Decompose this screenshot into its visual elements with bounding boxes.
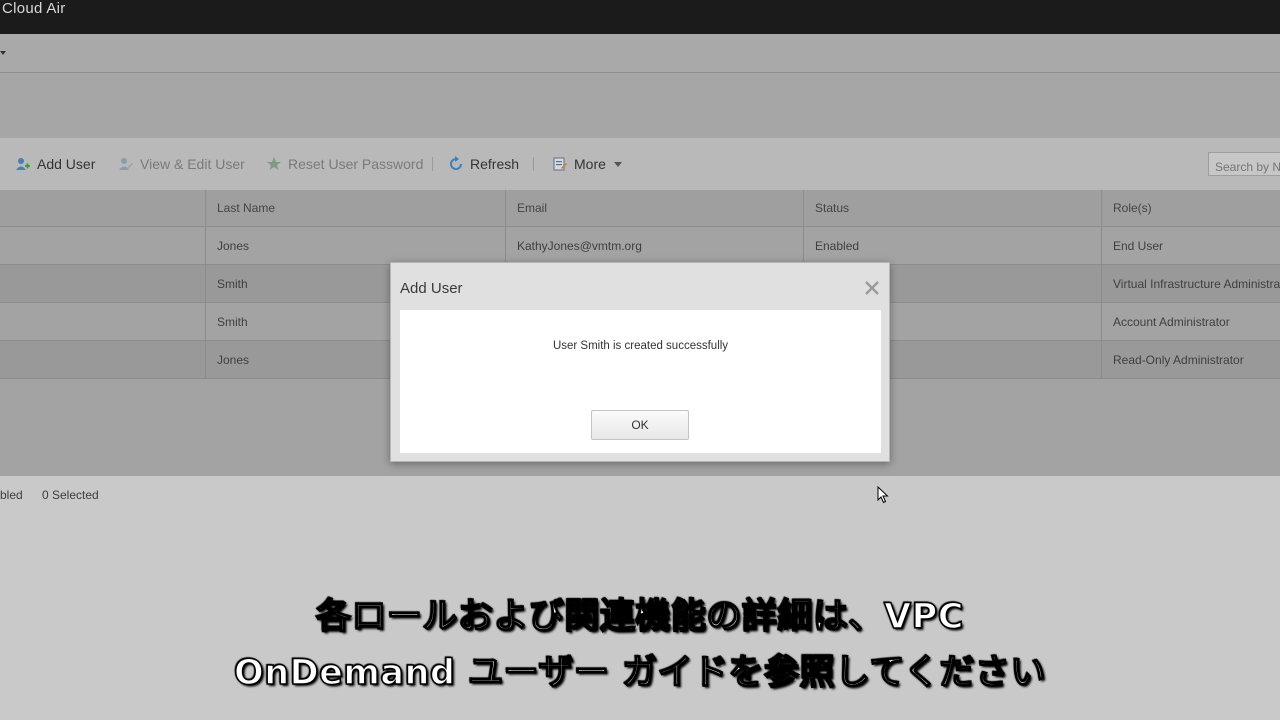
header-email[interactable]: Email [505,190,803,226]
title-bar: Cloud Air [0,0,1280,34]
reset-password-button[interactable]: Reset User Password [266,138,423,190]
enabled-count: bled [0,488,23,502]
reset-password-icon [266,156,282,172]
refresh-label: Refresh [470,156,520,172]
add-user-button[interactable]: Add User [15,138,95,190]
add-user-dialog: Add User User Smith is created successfu… [390,262,890,462]
subtitle-line-1: 各ロールおよび関連機能の詳細は、VPC [315,596,964,638]
ok-button[interactable]: OK [591,410,689,440]
page-header-area [0,73,1280,138]
search-input[interactable] [1208,152,1280,176]
dropdown-caret-icon[interactable] [0,51,6,55]
view-edit-user-button[interactable]: View & Edit User [118,138,245,190]
subtitle-line-2: OnDemand ユーザー ガイドを参照してください [233,652,1047,694]
cell-role: Read-Only Administrator [1101,341,1280,378]
toolbar-divider [533,157,534,171]
selected-count: 0 Selected [42,488,99,502]
dialog-title: Add User [400,280,463,297]
view-edit-user-label: View & Edit User [140,156,245,172]
dialog-body: User Smith is created successfully OK [400,310,881,453]
table-header: Last Name Email Status Role(s) [0,190,1280,227]
app-title: Cloud Air [2,0,66,17]
menu-bar [0,34,1280,73]
more-label: More [574,156,606,172]
more-actions-icon [552,156,568,172]
table-row[interactable]: Jones KathyJones@vmtm.org Enabled End Us… [0,227,1280,265]
mouse-cursor-icon [877,485,889,504]
toolbar: Add User View & Edit User Reset User Pas… [0,138,1280,190]
refresh-icon [448,156,464,172]
cell-role: Virtual Infrastructure Administrat [1101,265,1280,302]
cell-role: Account Administrator [1101,303,1280,340]
more-button[interactable]: More [552,138,622,190]
chevron-down-icon [613,161,622,167]
close-icon[interactable] [863,279,881,297]
cell-last-name: Jones [205,227,505,264]
add-user-label: Add User [37,156,96,172]
toolbar-divider [432,157,433,171]
cell-email: KathyJones@vmtm.org [505,227,803,264]
header-status[interactable]: Status [803,190,1101,226]
header-last-name[interactable]: Last Name [205,190,505,226]
header-cell-blank [0,190,205,226]
refresh-button[interactable]: Refresh [448,138,519,190]
reset-password-label: Reset User Password [288,156,424,172]
add-user-icon [15,156,31,172]
cell-status: Enabled [803,227,1101,264]
dialog-message: User Smith is created successfully [552,340,729,352]
cell-role: End User [1101,227,1280,264]
edit-user-icon [118,156,134,172]
header-roles[interactable]: Role(s) [1101,190,1280,226]
